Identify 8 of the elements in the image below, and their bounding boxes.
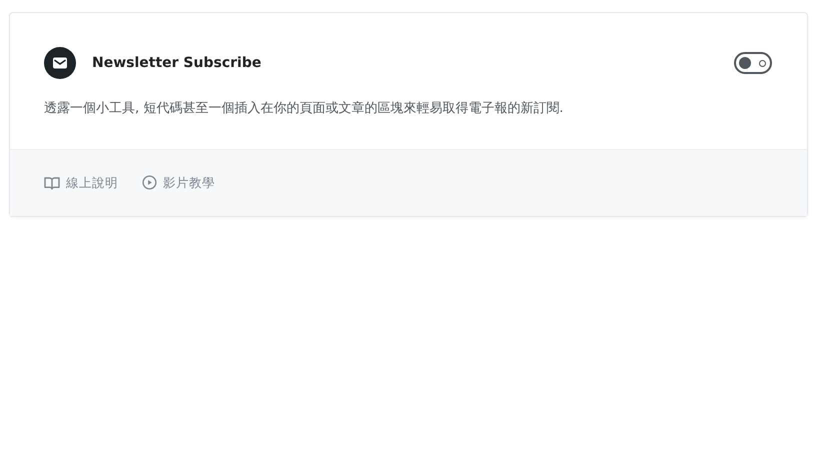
toggle-switch[interactable] — [734, 52, 772, 74]
envelope-icon — [44, 47, 76, 79]
book-icon — [44, 176, 60, 190]
play-icon — [142, 175, 157, 190]
module-description: 透露一個小工具, 短代碼甚至一個插入在你的頁面或文章的區塊來輕易取得電子報的新訂閱. — [44, 100, 564, 118]
module-title: Newsletter Subscribe — [92, 54, 262, 72]
help-link[interactable]: 線上說明 — [44, 174, 118, 192]
video-tutorial-link[interactable]: 影片教學 — [142, 174, 215, 192]
